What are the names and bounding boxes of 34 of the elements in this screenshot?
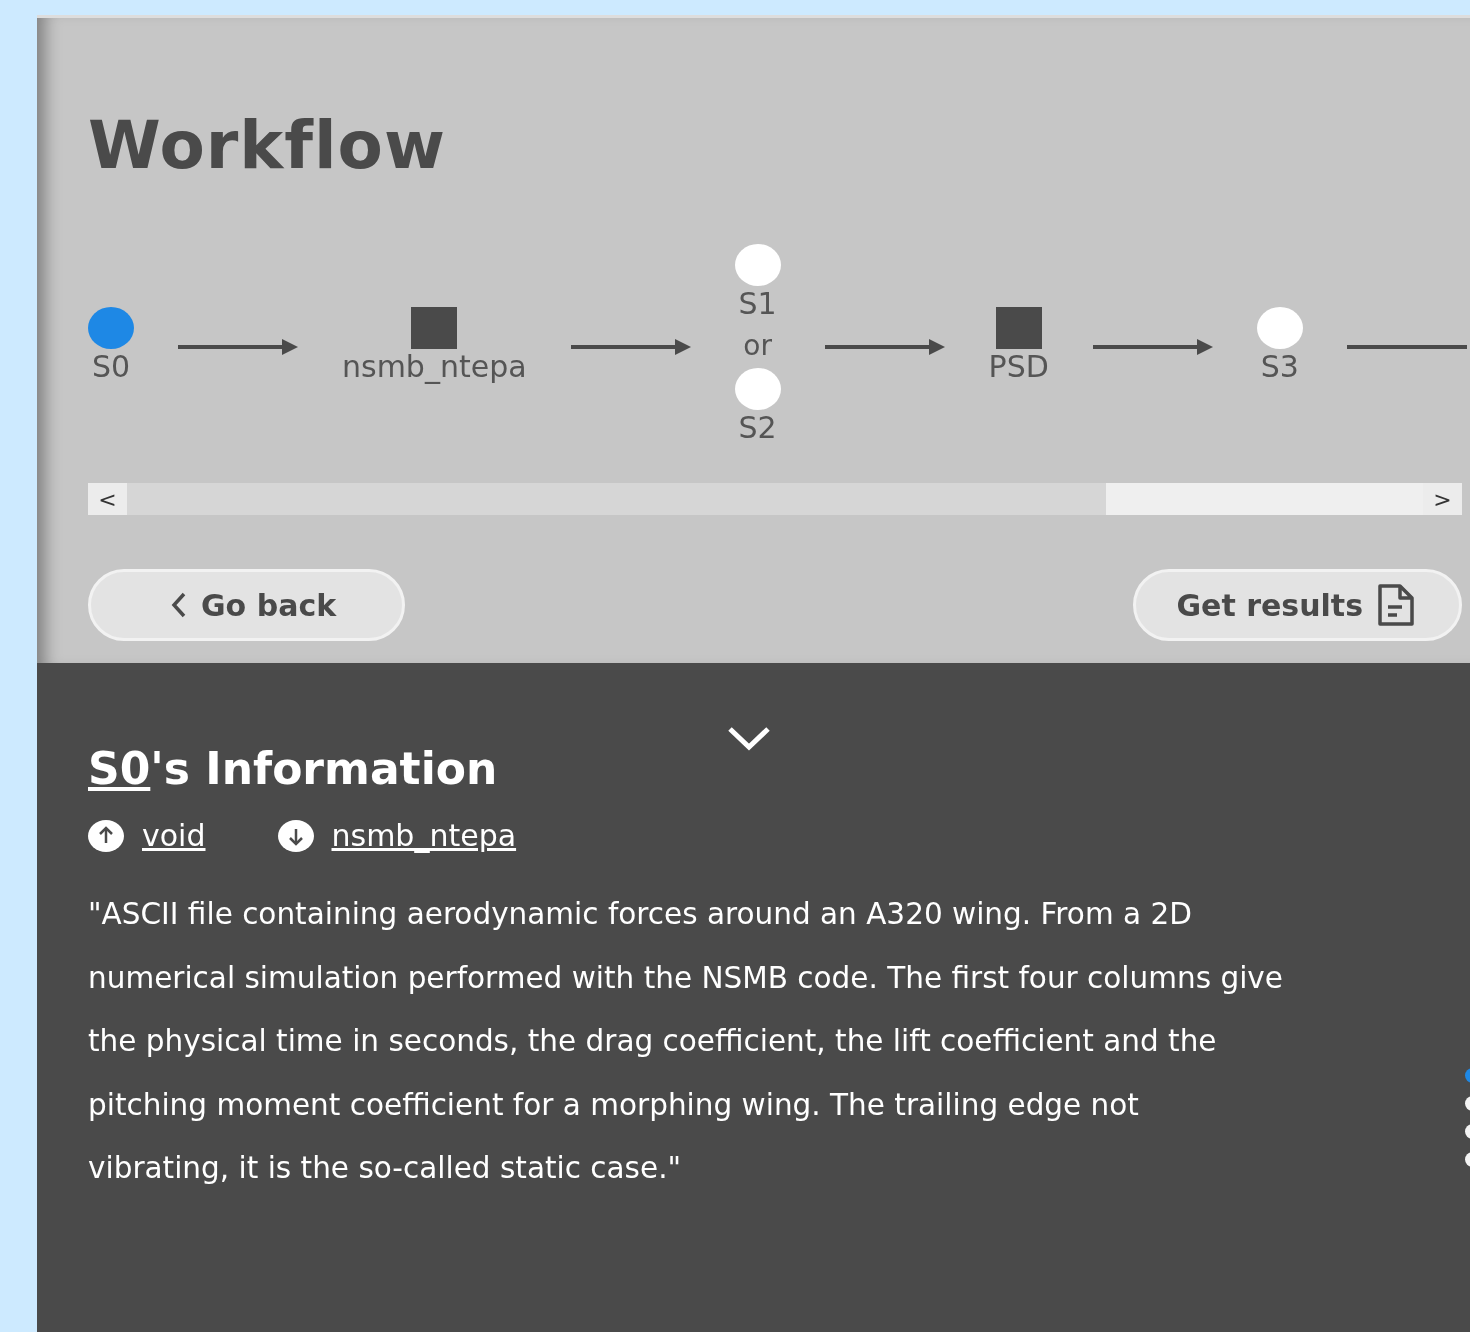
node-label: nsmb_ntepa: [342, 348, 527, 385]
description-text: "ASCII file containing aerodynamic forces around an A320 wing. From a 2D numerical simulation performed with the NSMB code. The first four columns give the physical time in seconds, the drag coefficient, the lift coefficient and the pitching moment coefficient for a morphing wing. The trailing edge not vibrating, it is the so-called static case.": [88, 896, 1284, 1187]
process-node[interactable]: [411, 306, 458, 349]
info-title: 's Information: [150, 743, 498, 794]
state-node[interactable]: [734, 367, 781, 410]
download-icon: [277, 819, 314, 852]
scroll-left-button[interactable]: <: [88, 483, 127, 515]
node-label: S2: [738, 409, 777, 446]
node-link[interactable]: S0: [88, 743, 151, 794]
input-link[interactable]: void: [142, 818, 206, 853]
upload-icon: [88, 819, 124, 852]
state-node[interactable]: [88, 306, 134, 349]
or-label: or: [743, 327, 772, 364]
go-back-button[interactable]: Go back: [88, 569, 406, 641]
arrow-icon: [570, 338, 691, 355]
chevron-down-icon[interactable]: [727, 725, 771, 751]
output-link[interactable]: nsmb_ntepa: [331, 818, 517, 853]
arrow-icon: [178, 338, 298, 355]
arrow-icon: [824, 338, 945, 355]
chevron-left-icon: [171, 592, 187, 618]
node-label: S1: [738, 285, 777, 322]
node-label: S0: [91, 348, 131, 385]
arrow-icon: [1092, 338, 1213, 355]
state-node[interactable]: [734, 243, 781, 286]
document-icon: [1377, 583, 1415, 627]
process-node[interactable]: [995, 306, 1042, 349]
node-label: PSD: [988, 348, 1049, 385]
scroll-right-button[interactable]: >: [1423, 483, 1462, 515]
state-node[interactable]: [1256, 306, 1303, 349]
node-label: S3: [1260, 348, 1299, 385]
horizontal-scrollbar[interactable]: < >: [88, 483, 1462, 515]
get-results-button[interactable]: Get results: [1133, 569, 1462, 641]
page-title: Workflow: [88, 113, 446, 179]
scrollbar-thumb[interactable]: [1106, 483, 1423, 515]
